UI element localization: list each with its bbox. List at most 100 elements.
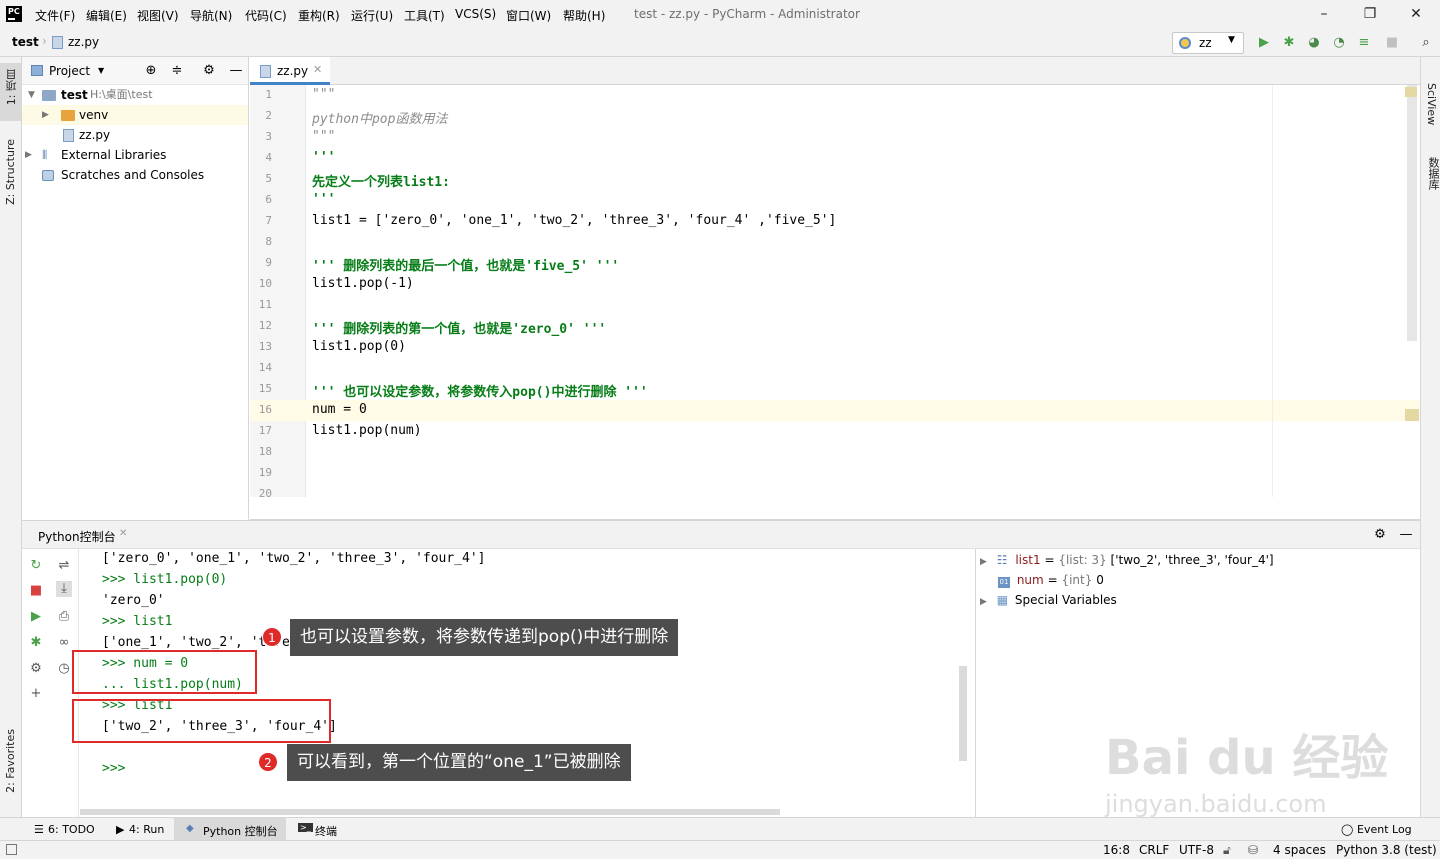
concurrency-icon[interactable]: ≡ <box>1356 35 1372 51</box>
rerun-icon[interactable]: ↻ <box>28 558 44 574</box>
code-line[interactable]: python中pop函数用法 <box>312 108 447 127</box>
code-line[interactable]: list1.pop(-1) <box>312 276 414 291</box>
code-line[interactable]: 先定义一个列表list1: <box>312 171 450 190</box>
tool-tab-structure[interactable]: Z: Structure <box>0 135 21 215</box>
code-line[interactable]: list1.pop(num) <box>312 423 422 438</box>
library-icon: ⦀ <box>42 148 48 162</box>
code-line[interactable]: """ <box>312 129 335 144</box>
menu-vcs[interactable]: VCS(S) <box>455 7 496 21</box>
settings-icon[interactable]: ⚙ <box>28 661 44 677</box>
execute-icon[interactable]: ▶ <box>28 609 44 625</box>
run-icon[interactable]: ▶ <box>1256 35 1272 51</box>
code-line[interactable]: ''' <box>312 192 335 207</box>
editor-scrollbar[interactable] <box>1407 85 1417 341</box>
menu-edit[interactable]: 编辑(E) <box>86 7 127 24</box>
inspector-icon[interactable]: ⛁ <box>1248 843 1258 857</box>
python-interpreter[interactable]: Python 3.8 (test) <box>1336 843 1437 857</box>
variable-value: 0 <box>1096 573 1104 587</box>
hide-icon[interactable]: — <box>228 63 244 79</box>
variable-row-num[interactable]: 01 num = {int} 0 <box>998 573 1104 588</box>
variable-value: ['two_2', 'three_3', 'four_4'] <box>1110 553 1274 567</box>
tab-run[interactable]: 4: Run <box>129 823 164 836</box>
breadcrumb-project[interactable]: test <box>12 35 39 49</box>
menu-navigate[interactable]: 导航(N) <box>190 7 232 24</box>
code-line[interactable]: ''' 也可以设定参数，将参数传入pop()中进行删除 ''' <box>312 381 648 400</box>
tab-todo[interactable]: 6: TODO <box>48 823 95 836</box>
tool-tab-database[interactable]: 数据库 <box>1425 157 1440 190</box>
menu-tools[interactable]: 工具(T) <box>404 7 445 24</box>
code-line[interactable]: """ <box>312 87 335 102</box>
tab-event-log[interactable]: Event Log <box>1357 823 1412 836</box>
tab-python-console[interactable]: ◆ Python 控制台 <box>174 818 286 841</box>
console-hscrollbar[interactable] <box>80 809 780 815</box>
collapse-icon[interactable]: ≑ <box>169 63 185 79</box>
indent-setting[interactable]: 4 spaces <box>1273 843 1326 857</box>
tab-terminal[interactable]: 终端 <box>315 823 337 839</box>
toggle-tool-windows-icon[interactable] <box>6 844 17 855</box>
debug-icon[interactable]: ✱ <box>1281 35 1297 51</box>
menu-file[interactable]: 文件(F) <box>35 7 75 24</box>
code-line[interactable]: ''' 删除列表的最后一个值，也就是'five_5' ''' <box>312 255 619 274</box>
tree-item-test[interactable]: ▼ test H:\桌面\test <box>22 85 248 105</box>
file-encoding[interactable]: UTF-8 <box>1179 843 1214 857</box>
gear-icon[interactable]: ⚙ <box>201 63 217 79</box>
breadcrumb-file[interactable]: zz.py <box>68 35 99 49</box>
run-config-select[interactable]: zz ▼ <box>1172 32 1244 54</box>
project-view-select[interactable]: Project <box>49 64 90 78</box>
hide-icon[interactable]: — <box>1398 527 1414 543</box>
menu-code[interactable]: 代码(C) <box>245 7 287 24</box>
stop-icon[interactable]: ■ <box>1384 35 1400 51</box>
gear-icon[interactable]: ⚙ <box>1372 527 1388 543</box>
tree-item-zz-py[interactable]: zz.py <box>22 125 248 145</box>
print-icon[interactable]: ⎙ <box>56 609 72 625</box>
code-line[interactable]: ''' 删除列表的第一个值，也就是'zero_0' ''' <box>312 318 606 337</box>
line-separator[interactable]: CRLF <box>1139 843 1169 857</box>
console-vscrollbar[interactable] <box>959 666 967 761</box>
chevron-down-icon[interactable]: ▼ <box>98 66 104 75</box>
editor-tabs: zz.py ✕ <box>250 57 1420 85</box>
menu-run[interactable]: 运行(U) <box>351 7 393 24</box>
add-icon[interactable]: + <box>28 686 44 702</box>
menu-window[interactable]: 窗口(W) <box>506 7 551 24</box>
variable-row-list1[interactable]: ▶ ☷ list1 = {list: 3} ['two_2', 'three_3… <box>980 553 1274 567</box>
tab-zz-py[interactable]: zz.py ✕ <box>250 57 330 85</box>
tree-item-venv[interactable]: ▶ venv <box>22 105 248 125</box>
python-file-icon <box>52 36 63 49</box>
variable-row-special[interactable]: ▶ ▦ Special Variables <box>980 593 1117 607</box>
line-number: 18 <box>258 445 272 458</box>
maximize-icon[interactable]: ❐ <box>1360 4 1380 24</box>
close-icon[interactable]: ✕ <box>1406 4 1426 24</box>
menu-refactor[interactable]: 重构(R) <box>298 7 340 24</box>
scroll-end-icon[interactable]: ⤓ <box>56 581 72 597</box>
search-icon[interactable]: ⌕ <box>1418 35 1434 51</box>
code-line[interactable]: num = 0 <box>312 402 367 417</box>
profile-icon[interactable]: ◔ <box>1331 35 1347 51</box>
code-line[interactable]: list1 = ['zero_0', 'one_1', 'two_2', 'th… <box>312 213 836 228</box>
console-line: >>> list1.pop(0) <box>102 572 228 587</box>
tool-tab-favorites[interactable]: 2: Favorites <box>0 725 21 811</box>
history-icon[interactable]: ◷ <box>56 661 72 677</box>
tree-item-external-libraries[interactable]: ▶ ⦀ External Libraries <box>22 145 248 165</box>
caret-position[interactable]: 16:8 <box>1103 843 1130 857</box>
menu-view[interactable]: 视图(V) <box>137 7 179 24</box>
stop-icon[interactable]: ■ <box>28 583 44 599</box>
console-tab-label[interactable]: Python控制台 <box>38 528 116 545</box>
minimize-icon[interactable]: – <box>1314 4 1334 24</box>
soft-wrap-icon[interactable]: ⇌ <box>56 558 72 574</box>
python-icon <box>1179 37 1191 49</box>
tool-tab-sciview[interactable]: SciView <box>1425 83 1438 125</box>
collapsed-icon: ▶ <box>25 150 32 160</box>
locate-icon[interactable]: ⊕ <box>143 63 159 79</box>
menu-help[interactable]: 帮助(H) <box>563 7 605 24</box>
code-line[interactable]: ''' <box>312 150 335 165</box>
tree-item-scratches[interactable]: Scratches and Consoles <box>22 165 248 185</box>
coverage-icon[interactable]: ◕ <box>1306 35 1322 51</box>
close-tab-icon[interactable]: ✕ <box>119 528 127 539</box>
code-line[interactable]: list1.pop(0) <box>312 339 406 354</box>
lock-icon[interactable]: 🔓︎ <box>1223 843 1231 858</box>
debug-icon[interactable]: ✱ <box>28 635 44 651</box>
right-margin-guide <box>1272 85 1273 497</box>
close-tab-icon[interactable]: ✕ <box>313 63 322 76</box>
show-vars-icon[interactable]: ∞ <box>56 635 72 651</box>
tool-tab-project[interactable]: 1: 项目 <box>0 63 21 121</box>
